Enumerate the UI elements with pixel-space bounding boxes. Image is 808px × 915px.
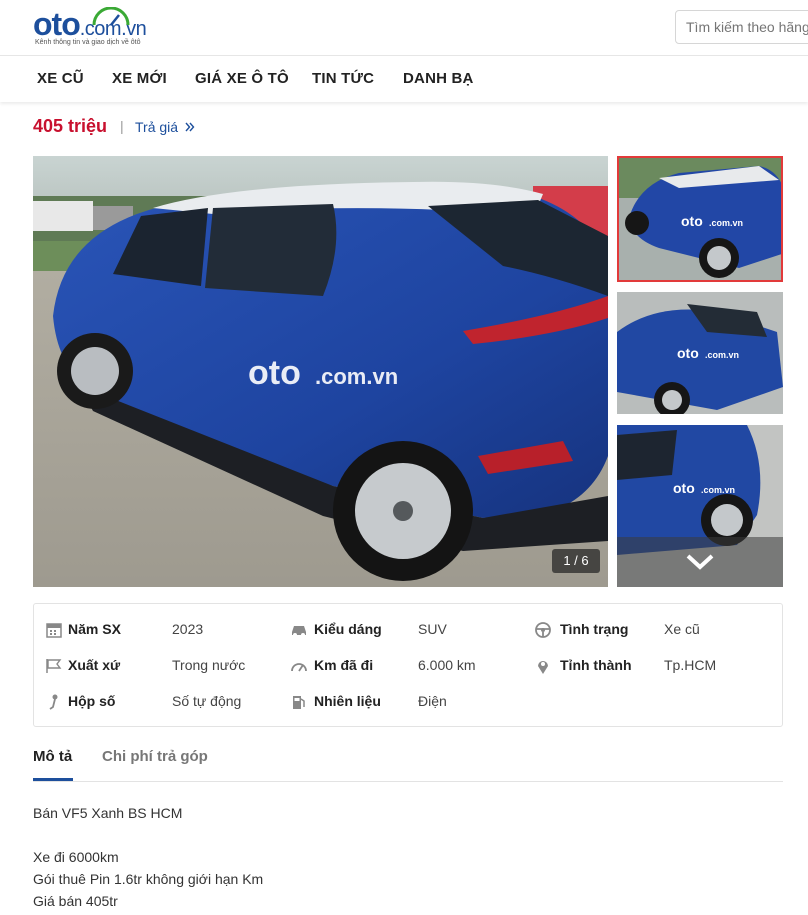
tab-installment[interactable]: Chi phí trả góp bbox=[102, 748, 208, 765]
nav-item-xe-moi[interactable]: XE MỚI bbox=[112, 70, 167, 87]
location-pin-icon bbox=[538, 661, 548, 674]
site-header: oto.com.vn Kênh thông tin và giao dịch v… bbox=[0, 0, 808, 56]
spec-label-body: Kiểu dáng bbox=[314, 621, 382, 637]
spec-value-year: 2023 bbox=[172, 621, 204, 637]
make-offer-label: Trả giá bbox=[135, 119, 179, 135]
logo-tagline: Kênh thông tin và giao dịch về ôtô bbox=[35, 39, 141, 46]
svg-text:oto: oto bbox=[248, 354, 301, 392]
svg-text:.com.vn: .com.vn bbox=[705, 350, 739, 360]
steering-wheel-icon bbox=[535, 622, 551, 638]
spec-label-year: Năm SX bbox=[68, 621, 121, 637]
logo-main-text: oto bbox=[33, 6, 81, 42]
spec-value-province: Tp.HCM bbox=[664, 657, 717, 673]
car-icon bbox=[292, 626, 306, 637]
description-line-1: Bán VF5 Xanh BS HCM bbox=[33, 805, 183, 821]
spec-label-transmission: Hộp số bbox=[68, 693, 116, 709]
spec-value-transmission: Số tự động bbox=[172, 693, 242, 709]
svg-text:oto: oto bbox=[681, 213, 703, 229]
spec-value-condition: Xe cũ bbox=[664, 621, 700, 637]
calendar-icon bbox=[46, 623, 62, 638]
chevron-down-icon bbox=[686, 554, 714, 570]
main-nav: XE CŨ XE MỚI GIÁ XE Ô TÔ TIN TỨC DANH BẠ bbox=[0, 56, 808, 102]
site-logo[interactable]: oto.com.vn Kênh thông tin và giao dịch v… bbox=[33, 6, 163, 50]
spec-label-condition: Tình trạng bbox=[560, 621, 629, 637]
speedometer-logo-icon bbox=[92, 7, 130, 26]
thumbnail-2[interactable]: oto .com.vn bbox=[617, 292, 783, 414]
description-line-3: Gói thuê Pin 1.6tr không giới hạn Km bbox=[33, 871, 264, 887]
main-car-photo[interactable]: oto .com.vn 1 / 6 bbox=[33, 156, 608, 587]
active-tab-indicator bbox=[33, 778, 73, 781]
spec-label-mileage: Km đã đi bbox=[314, 657, 374, 673]
thumbnail-1[interactable]: oto .com.vn bbox=[617, 156, 783, 282]
speedometer-icon bbox=[291, 663, 307, 672]
thumbnail-1-image: oto .com.vn bbox=[619, 158, 781, 280]
double-chevron-right-icon bbox=[185, 122, 195, 132]
spec-value-mileage: 6.000 km bbox=[418, 657, 476, 673]
spec-value-origin: Trong nước bbox=[172, 657, 246, 673]
car-photo-illustration: oto .com.vn bbox=[33, 156, 608, 587]
spec-value-fuel: Điện bbox=[418, 693, 447, 709]
fuel-pump-icon bbox=[293, 696, 305, 709]
listing-price: 405 triệu bbox=[33, 116, 108, 136]
spec-label-province: Tỉnh thành bbox=[560, 657, 632, 673]
description-line-4: Giá bán 405tr bbox=[33, 893, 118, 909]
spec-table: Năm SX 2023 Kiểu dáng SUV Tình trạng Xe … bbox=[33, 603, 783, 727]
spec-value-body: SUV bbox=[418, 621, 447, 637]
nav-item-gia-xe[interactable]: GIÁ XE Ô TÔ bbox=[195, 70, 289, 87]
spec-label-fuel: Nhiên liệu bbox=[314, 693, 381, 709]
tab-divider bbox=[33, 781, 783, 782]
price-separator: | bbox=[120, 118, 124, 134]
tab-description[interactable]: Mô tả bbox=[33, 748, 72, 765]
nav-item-xe-cu[interactable]: XE CŨ bbox=[37, 70, 84, 87]
svg-text:.com.vn: .com.vn bbox=[315, 364, 398, 389]
nav-item-tin-tuc[interactable]: TIN TỨC bbox=[312, 70, 374, 87]
svg-text:oto: oto bbox=[677, 345, 699, 361]
gear-stick-icon bbox=[49, 694, 58, 710]
svg-text:.com.vn: .com.vn bbox=[709, 218, 743, 228]
make-offer-link[interactable]: Trả giá bbox=[135, 119, 195, 135]
thumbnail-2-image: oto .com.vn bbox=[617, 292, 783, 414]
spec-label-origin: Xuất xứ bbox=[68, 657, 121, 673]
more-photos-button[interactable] bbox=[617, 537, 783, 587]
thumbnail-3[interactable]: oto .com.vn bbox=[617, 425, 783, 587]
svg-text:.com.vn: .com.vn bbox=[701, 485, 735, 495]
photo-counter: 1 / 6 bbox=[552, 549, 600, 573]
flag-icon bbox=[46, 659, 62, 673]
nav-item-danh-ba[interactable]: DANH BẠ bbox=[403, 70, 474, 87]
description-line-2: Xe đi 6000km bbox=[33, 849, 119, 865]
search-input[interactable] bbox=[675, 10, 808, 44]
svg-text:oto: oto bbox=[673, 480, 695, 496]
